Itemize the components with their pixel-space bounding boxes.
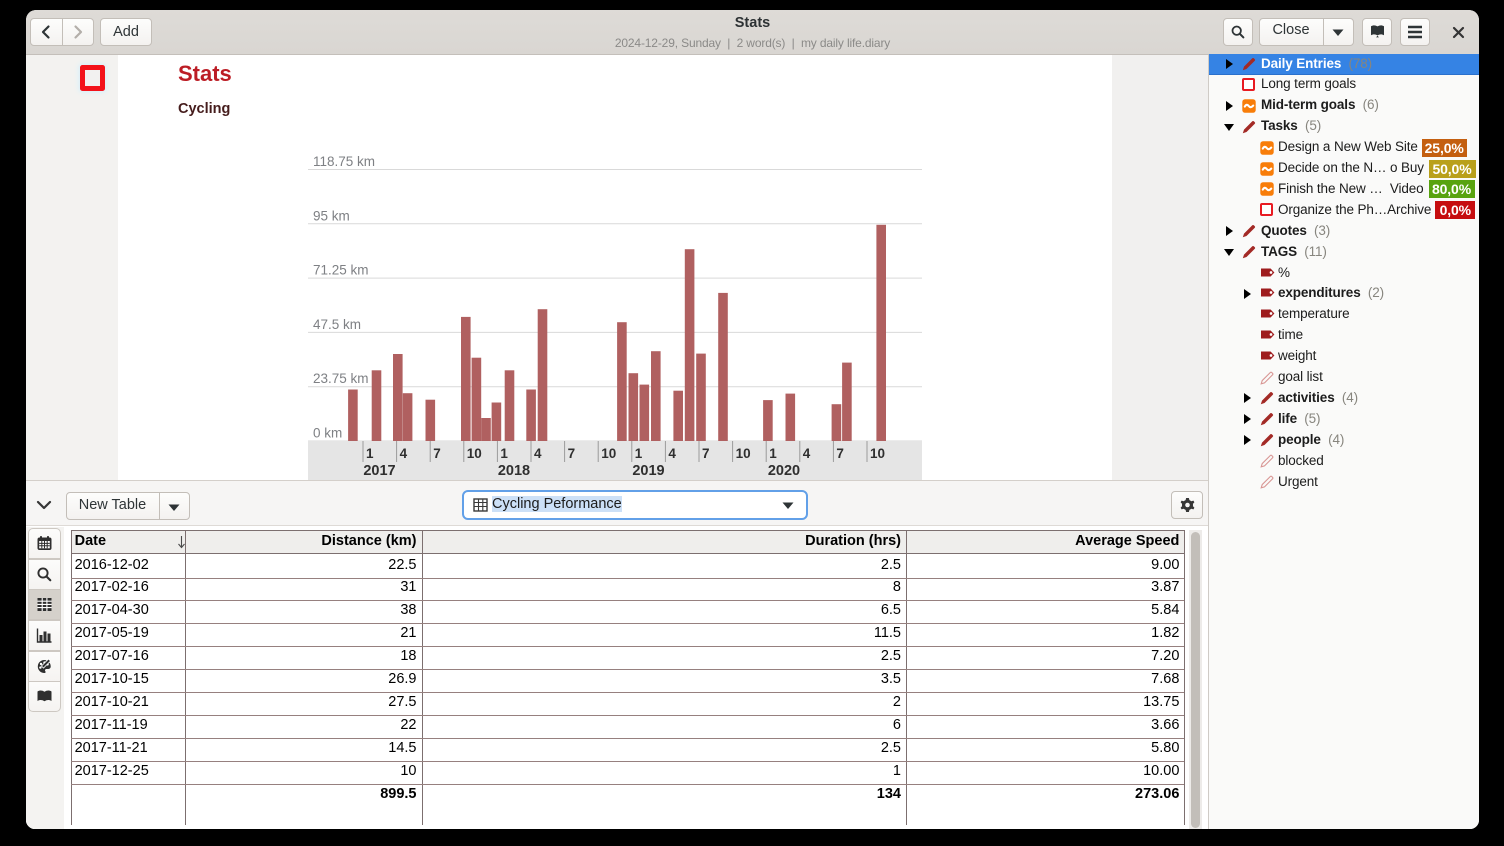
svg-text:4: 4 — [803, 446, 811, 461]
svg-text:4: 4 — [668, 446, 676, 461]
svg-text:1: 1 — [366, 446, 374, 461]
svg-text:4: 4 — [534, 446, 542, 461]
svg-text:1: 1 — [500, 446, 508, 461]
svg-text:71.25 km: 71.25 km — [313, 263, 369, 278]
svg-text:7: 7 — [568, 446, 576, 461]
svg-text:118.75 km: 118.75 km — [313, 154, 375, 169]
svg-text:10: 10 — [601, 446, 616, 461]
svg-text:47.5 km: 47.5 km — [313, 317, 361, 332]
svg-text:1: 1 — [635, 446, 643, 461]
svg-text:2020: 2020 — [768, 463, 800, 479]
svg-text:7: 7 — [433, 446, 441, 461]
svg-text:10: 10 — [467, 446, 482, 461]
svg-text:10: 10 — [736, 446, 751, 461]
svg-text:95 km: 95 km — [313, 208, 350, 223]
svg-text:1: 1 — [769, 446, 777, 461]
svg-text:4: 4 — [400, 446, 408, 461]
svg-text:10: 10 — [870, 446, 885, 461]
svg-text:23.75 km: 23.75 km — [313, 371, 369, 386]
svg-text:0 km: 0 km — [313, 426, 342, 441]
svg-text:2019: 2019 — [632, 463, 664, 479]
svg-text:2018: 2018 — [498, 463, 530, 479]
svg-text:7: 7 — [702, 446, 710, 461]
svg-text:7: 7 — [836, 446, 844, 461]
svg-text:2017: 2017 — [363, 463, 395, 479]
